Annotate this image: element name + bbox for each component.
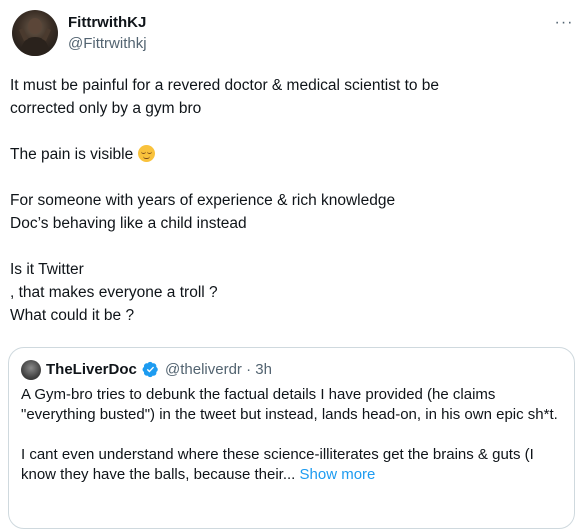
tweet-line: It must be painful for a revered doctor …	[10, 77, 440, 94]
show-more-link[interactable]: Show more	[300, 466, 376, 483]
author-name[interactable]: FittrwithKJ	[68, 14, 146, 31]
tweet-line: For someone with years of experience & r…	[10, 192, 396, 209]
relieved-face-emoji-icon	[137, 145, 155, 162]
tweet-header: FittrwithKJ @Fittrwithkj ···	[12, 10, 575, 58]
quoted-paragraph: A Gym-bro tries to debunk the factual de…	[21, 386, 558, 423]
quoted-paragraph-with-more: I cant even understand where these scien…	[21, 445, 561, 485]
tweet-line: , that makes everyone a troll ?	[10, 284, 218, 301]
quoted-author-name[interactable]: TheLiverDoc	[46, 361, 137, 378]
user-avatar-icon	[19, 18, 51, 56]
quoted-author-avatar[interactable]	[21, 360, 41, 380]
tweet-line: Doc’s behaving like a child instead	[10, 215, 247, 232]
tweet-line: What could it be ?	[10, 307, 135, 324]
tweet-line: The pain is visible	[10, 146, 134, 163]
verified-badge-icon	[142, 361, 158, 378]
quoted-paragraph: I cant even understand where these scien…	[21, 446, 534, 483]
tweet-line: corrected only by a gym bro	[10, 100, 202, 117]
tweet-line: Is it Twitter	[10, 261, 84, 278]
more-horizontal-icon[interactable]: ···	[553, 12, 575, 34]
author-avatar[interactable]	[12, 10, 58, 56]
quoted-tweet-text: A Gym-bro tries to debunk the factual de…	[21, 385, 561, 485]
tweet-text: It must be painful for a revered doctor …	[10, 74, 570, 327]
author-handle[interactable]: @Fittrwithkj	[68, 35, 147, 52]
quoted-tweet[interactable]: TheLiverDoc @theliverdr · 3h A Gym-bro t…	[8, 347, 575, 529]
tweet-line-with-emoji: The pain is visible	[10, 143, 570, 166]
quoted-author-handle-time[interactable]: @theliverdr · 3h	[165, 361, 272, 378]
